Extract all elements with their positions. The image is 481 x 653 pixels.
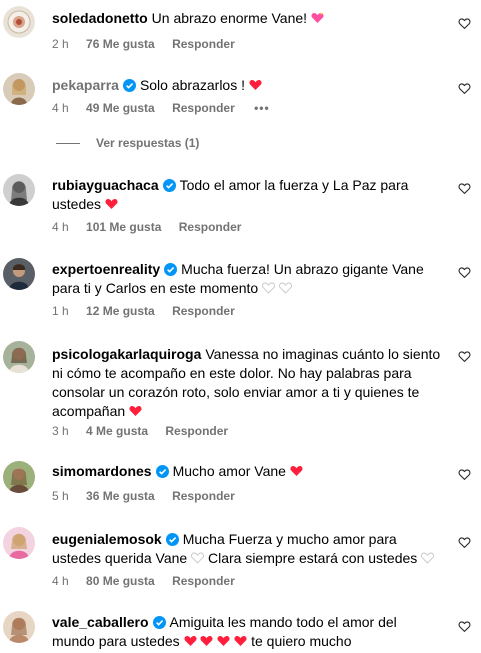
white-heart-icon <box>421 552 435 564</box>
comment-body: eugenialemosok Mucha Fuerza y mucho amor … <box>52 530 443 568</box>
username[interactable]: soledadonetto <box>52 10 148 26</box>
replies-divider <box>56 143 80 145</box>
like-count[interactable]: 4 Me gusta <box>86 424 148 438</box>
reply-button[interactable]: Responder <box>172 37 235 51</box>
red-heart-icon <box>234 635 247 647</box>
white-heart-icon <box>191 552 205 564</box>
like-heart-icon[interactable] <box>458 536 471 549</box>
username[interactable]: vale_caballero <box>52 614 149 630</box>
red-heart-icon <box>129 405 142 417</box>
view-replies-button[interactable]: Ver respuestas (1) <box>56 136 199 150</box>
reply-button[interactable]: Responder <box>172 304 235 318</box>
like-count[interactable]: 80 Me gusta <box>86 574 155 588</box>
white-heart-icon <box>279 282 292 294</box>
verified-badge-icon <box>165 532 179 546</box>
username[interactable]: simomardones <box>52 463 152 479</box>
comment-meta: 2 h 76 Me gusta Responder <box>52 36 249 52</box>
like-heart-icon[interactable] <box>458 82 471 95</box>
verified-badge-icon <box>164 262 178 276</box>
reply-button[interactable]: Responder <box>179 220 242 234</box>
reply-button[interactable]: Responder <box>172 489 235 503</box>
comment-body: rubiayguachaca Todo el amor la fuerza y L… <box>52 176 443 214</box>
comment-meta: 1 h 12 Me gusta Responder <box>52 303 249 319</box>
avatar[interactable] <box>3 527 35 559</box>
comment-text: Un abrazo enorme Vane! <box>151 10 308 26</box>
white-heart-icon <box>262 282 276 294</box>
avatar[interactable] <box>3 73 35 105</box>
comment-text: Mucho amor Vane <box>172 463 286 479</box>
reply-button[interactable]: Responder <box>172 574 235 588</box>
more-options-icon[interactable]: ••• <box>254 101 270 115</box>
like-heart-icon[interactable] <box>458 182 471 195</box>
view-replies-label: Ver respuestas (1) <box>96 136 200 150</box>
username[interactable]: eugenialemosok <box>52 531 162 547</box>
like-count[interactable]: 76 Me gusta <box>86 37 155 51</box>
comment-meta: 4 h 101 Me gusta Responder <box>52 219 255 235</box>
like-count[interactable]: 36 Me gusta <box>86 489 155 503</box>
like-heart-icon[interactable] <box>458 350 471 363</box>
comment-meta: 4 h 80 Me gusta Responder <box>52 573 249 589</box>
username[interactable]: psicologakarlaquiroga <box>52 346 201 362</box>
avatar[interactable] <box>3 461 35 493</box>
avatar[interactable] <box>3 6 35 38</box>
avatar[interactable] <box>3 174 35 206</box>
comment-text: Solo abrazarlos ! <box>139 77 245 93</box>
comment-time: 4 h <box>52 101 69 115</box>
comment-meta: 4 h 49 Me gusta Responder ••• <box>52 100 284 116</box>
comment-body: vale_caballero Amiguita les mando todo el… <box>52 613 443 651</box>
verified-badge-icon <box>122 78 136 92</box>
username[interactable]: rubiayguachaca <box>52 177 159 193</box>
comment-body: simomardones Mucho amor Vane <box>52 462 443 481</box>
avatar[interactable] <box>3 258 35 290</box>
comment-body: pekaparra Solo abrazarlos ! <box>52 76 443 95</box>
reply-button[interactable]: Responder <box>172 101 235 115</box>
comment-time: 1 h <box>52 304 69 318</box>
like-count[interactable]: 12 Me gusta <box>86 304 155 318</box>
comment-body: soledadonetto Un abrazo enorme Vane! <box>52 9 443 28</box>
comment-time: 4 h <box>52 574 69 588</box>
comment-body: psicologakarlaquiroga Vanessa no imaginas… <box>52 345 443 421</box>
comment-body: expertoenreality Mucha fuerza! Un abrazo … <box>52 260 443 298</box>
comment-meta: 3 h 4 Me gusta Responder <box>52 423 242 439</box>
verified-badge-icon <box>152 615 166 629</box>
like-heart-icon[interactable] <box>458 468 471 481</box>
username[interactable]: pekaparra <box>52 77 119 93</box>
reply-button[interactable]: Responder <box>165 424 228 438</box>
comment-meta: 5 h 36 Me gusta Responder <box>52 488 249 504</box>
verified-badge-icon <box>155 464 169 478</box>
comment-time: 2 h <box>52 37 69 51</box>
avatar[interactable] <box>3 611 35 643</box>
red-heart-icon <box>290 465 303 477</box>
like-count[interactable]: 101 Me gusta <box>86 220 161 234</box>
like-heart-icon[interactable] <box>458 266 471 279</box>
like-count[interactable]: 49 Me gusta <box>86 101 155 115</box>
verified-badge-icon <box>162 178 176 192</box>
comment-text-tail: te quiero mucho <box>251 633 352 649</box>
like-heart-icon[interactable] <box>458 620 471 633</box>
sparkling-heart-icon <box>311 12 324 24</box>
comment-time: 3 h <box>52 424 69 438</box>
red-heart-icon <box>105 198 118 210</box>
red-heart-icon <box>184 635 197 647</box>
comment-text-continued: Clara siempre estará con ustedes <box>207 550 418 566</box>
comment-time: 4 h <box>52 220 69 234</box>
comment-time: 5 h <box>52 489 69 503</box>
like-heart-icon[interactable] <box>458 17 471 30</box>
red-heart-icon <box>217 635 230 647</box>
username[interactable]: expertoenreality <box>52 261 160 277</box>
avatar[interactable] <box>3 341 35 373</box>
red-heart-icon <box>200 635 213 647</box>
red-heart-icon <box>249 79 262 91</box>
